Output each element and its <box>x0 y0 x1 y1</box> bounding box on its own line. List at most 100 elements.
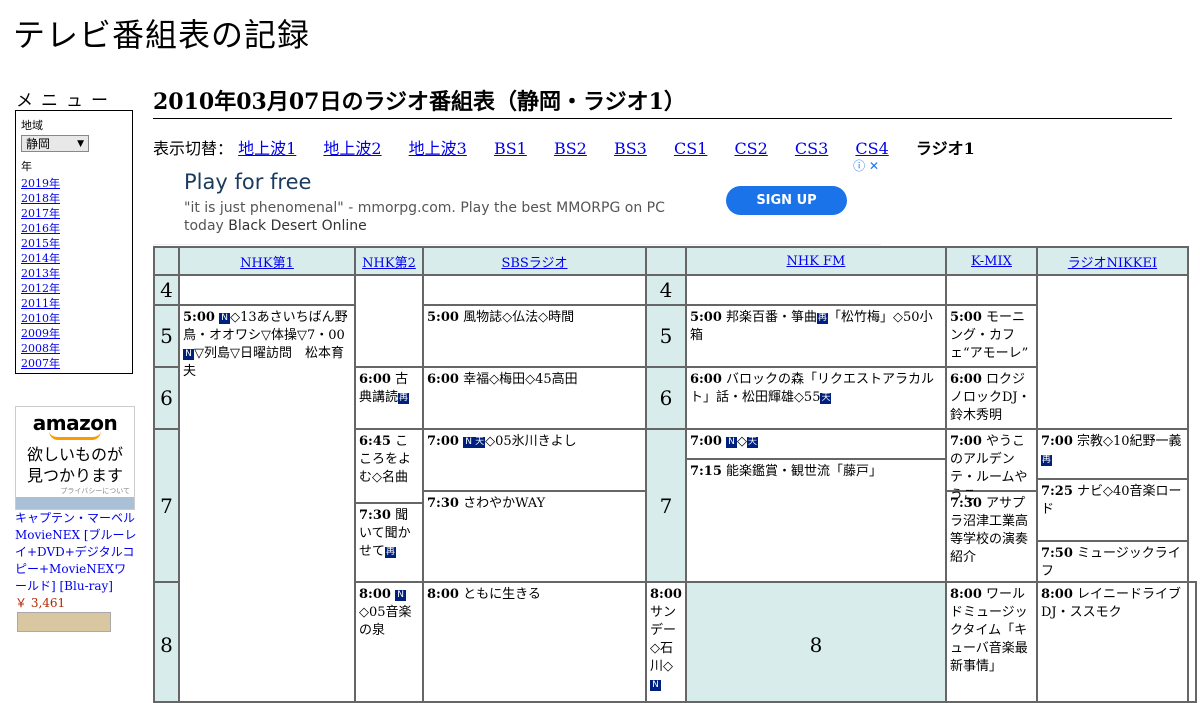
year-link[interactable]: 2010年 <box>21 312 60 325</box>
rerun-icon: 再 <box>385 547 397 558</box>
year-link[interactable]: 2016年 <box>21 222 60 235</box>
amazon-product[interactable]: キャプテン・マーベル MovieNEX [ブルーレイ+DVD+デジタルコピー+M… <box>15 510 137 612</box>
program-title: 幸福◇梅田◇45高田 <box>463 372 578 387</box>
amazon-tagline-2: 見つかります <box>26 466 123 485</box>
hour-label: 6 <box>153 366 180 430</box>
program-empty <box>354 274 424 368</box>
program-title: 能楽鑑賞・観世流「藤戸」 <box>726 464 883 479</box>
program-cell[interactable]: 5:00 N ◇13あさいちばん野鳥・オオワシ▽体操▽7・00 N ▽列島▽日曜訪問 … <box>178 304 356 703</box>
program-cell[interactable]: 7:30 聞いて聞かせて再 <box>356 504 422 561</box>
year-link[interactable]: 2011年 <box>21 297 60 310</box>
program-cell[interactable]: 6:45 こころをよむ◇名曲 <box>356 430 422 504</box>
program-cell[interactable]: 8:00 ワールドミュージックタイム「キューバ音楽最新事情」 <box>944 581 1038 703</box>
rerun-icon: 再 <box>817 313 829 324</box>
program-title: ▽列島▽日曜訪問 松本育夫 <box>183 346 344 379</box>
program-cell[interactable]: 7:50 ミュージックライフ <box>1038 542 1187 581</box>
ad-info-close-icon[interactable]: ⓘ ✕ <box>853 157 879 174</box>
ad-signup-button[interactable]: SIGN UP <box>726 186 847 215</box>
program-cell[interactable]: 7:15 能楽鑑賞・観世流「藤戸」 <box>687 460 945 481</box>
program-time: 8:00 <box>359 587 391 602</box>
amazon-privacy-link[interactable]: プライバシーについて <box>16 486 134 496</box>
program-cell[interactable]: 7:30 アサプラ沼津工業高等学校の演奏紹介 <box>947 492 1036 567</box>
region-label: 地域 <box>21 119 43 132</box>
news-icon: N <box>395 590 407 601</box>
channel-nhk-fm[interactable]: NHK FM <box>786 254 845 269</box>
nikkei-hour7-stack: 7:00 宗教◇10紀野一義再 7:25 ナビ◇40音楽ロード 7:50 ミュー… <box>1035 428 1189 583</box>
channel-nikkei[interactable]: ラジオNIKKEI <box>1068 256 1157 271</box>
program-cell[interactable]: 8:00 N ◇05音楽の泉 <box>354 581 424 703</box>
program-cell[interactable]: 7:25 ナビ◇40音楽ロード <box>1037 480 1187 542</box>
amazon-banner[interactable]: amazon 欲しいものが 見つかります プライバシーについて <box>15 406 135 510</box>
program-cell[interactable]: 6:00 バロックの森「リクエストアラカルト」話・松田輝雄◇55天 <box>684 366 947 430</box>
program-cell[interactable]: 7:00 やうこのアルデンテ・ルームやうこ <box>946 430 1036 503</box>
program-time: 6:45 <box>359 434 391 449</box>
program-cell[interactable]: 7:00 N ◇天 <box>686 430 945 460</box>
program-cell[interactable]: 7:00 宗教◇10紀野一義再 <box>1037 430 1187 480</box>
amazon-product-price: ￥ 3,461 <box>15 596 66 610</box>
program-cell[interactable]: 7:30 さわやかWAY <box>424 492 645 513</box>
weather-icon: 天 <box>820 393 832 404</box>
year-link[interactable]: 2008年 <box>21 342 60 355</box>
year-link[interactable]: 2014年 <box>21 252 60 265</box>
program-empty <box>422 274 647 306</box>
ad-banner[interactable]: ⓘ ✕ Play for free "it is just phenomenal… <box>153 156 881 245</box>
weather-icon: 天 <box>474 437 486 448</box>
hour-label: 4 <box>645 274 687 306</box>
hour-header-right <box>645 246 687 276</box>
channel-nhk1[interactable]: NHK第1 <box>240 256 294 271</box>
program-time: 7:00 <box>1040 434 1073 449</box>
hour-label: 7 <box>153 428 180 583</box>
program-time: 7:00 <box>689 434 722 449</box>
channel-kmix[interactable]: K-MIX <box>971 254 1012 269</box>
program-empty <box>684 274 947 306</box>
ad-title[interactable]: Play for free <box>184 170 311 194</box>
ad-body-bold: Black Desert Online <box>228 218 367 234</box>
program-time: 8:00 <box>650 587 682 602</box>
hour-label: 5 <box>645 304 687 368</box>
year-link[interactable]: 2017年 <box>21 207 60 220</box>
year-link[interactable]: 2013年 <box>21 267 60 280</box>
hour-label: 8 <box>684 581 947 703</box>
program-cell[interactable]: 8:00 レイニードライブDJ・ススモク <box>1035 581 1189 703</box>
program-time: 7:30 <box>427 496 459 511</box>
program-cell[interactable]: 7:00 N 天◇05氷川きよし <box>424 430 645 492</box>
program-cell[interactable]: 8:00 サンデー◇石川◇ N <box>645 581 687 703</box>
year-link[interactable]: 2015年 <box>21 237 60 250</box>
amazon-product-thumbnail[interactable] <box>17 612 111 632</box>
program-cell[interactable]: 5:00 風物誌◇仏法◇時間 <box>422 304 647 368</box>
news-icon: N <box>650 680 661 691</box>
channel-sbs[interactable]: SBSラジオ <box>501 256 567 271</box>
hour-label: 8 <box>153 581 180 703</box>
region-select[interactable]: 静岡 ▼ <box>21 135 89 152</box>
program-time: 7:00 <box>427 434 459 449</box>
program-time: 7:30 <box>359 508 391 523</box>
news-icon: N <box>463 437 475 448</box>
program-cell[interactable]: 5:00 モーニング・カフェ“アモーレ” <box>944 304 1038 368</box>
program-empty <box>1035 274 1189 430</box>
program-time: 6:00 <box>949 372 982 387</box>
channel-nhk2[interactable]: NHK第2 <box>362 256 416 271</box>
program-time: 6:00 <box>689 372 722 387</box>
amazon-product-title[interactable]: キャプテン・マーベル MovieNEX [ブルーレイ+DVD+デジタルコピー+M… <box>15 511 137 593</box>
program-cell[interactable]: 6:00 ロクジノロックDJ・鈴木秀明 <box>944 366 1038 430</box>
program-time: 6:00 <box>359 372 391 387</box>
year-link[interactable]: 2019年 <box>21 177 60 190</box>
year-link[interactable]: 2009年 <box>21 327 60 340</box>
program-cell[interactable]: 8:00 ともに生きる <box>422 581 647 703</box>
program-title: 風物誌◇仏法◇時間 <box>463 310 575 325</box>
program-time: 8:00 <box>1040 587 1073 602</box>
program-cell[interactable]: 5:00 邦楽百番・箏曲再「松竹梅」◇50小箱 <box>684 304 947 368</box>
year-link[interactable]: 2007年 <box>21 357 60 370</box>
kmix-hour7-stack: 7:00 やうこのアルデンテ・ルームやうこ 7:30 アサプラ沼津工業高等学校の… <box>944 428 1038 583</box>
program-time: 7:15 <box>689 464 722 479</box>
program-cell[interactable]: 6:00 古典講読再 <box>354 366 424 430</box>
year-list: 2019年 2018年 2017年 2016年 2015年 2014年 2013… <box>21 176 132 371</box>
program-title: 邦楽百番・箏曲 <box>726 310 818 325</box>
page-title: 2010年03月07日のラジオ番組表（静岡・ラジオ1） <box>153 84 1172 119</box>
news-icon: N <box>219 313 231 324</box>
year-link[interactable]: 2012年 <box>21 282 60 295</box>
year-link[interactable]: 2018年 <box>21 192 60 205</box>
program-empty <box>1186 581 1197 703</box>
program-cell[interactable]: 6:00 幸福◇梅田◇45高田 <box>422 366 647 430</box>
program-time: 6:00 <box>427 372 459 387</box>
